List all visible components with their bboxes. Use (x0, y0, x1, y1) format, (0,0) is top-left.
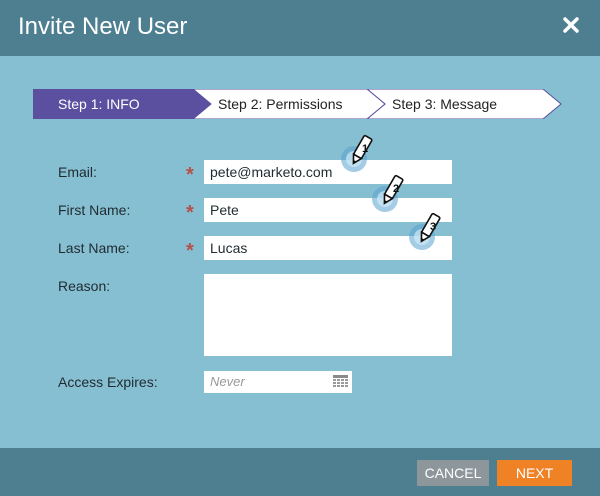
callout-2-number: 2 (393, 183, 400, 195)
last-name-required-marker: * (186, 240, 194, 262)
close-icon[interactable] (560, 14, 582, 36)
calendar-icon[interactable] (333, 375, 348, 388)
invite-user-dialog: Invite New User Step 1: INFO Step 2: Per… (0, 0, 600, 496)
step-2-permissions[interactable]: Step 2: Permissions (218, 89, 343, 119)
cancel-button[interactable]: CANCEL (417, 460, 489, 486)
email-required-marker: * (186, 164, 194, 186)
callout-3-number: 3 (430, 221, 437, 233)
reason-label: Reason: (58, 278, 111, 294)
step-1-info[interactable]: Step 1: INFO (58, 89, 140, 119)
access-expires-placeholder: Never (210, 374, 245, 389)
dialog-title: Invite New User (18, 13, 188, 40)
callout-1-number: 1 (362, 143, 369, 155)
access-expires-label: Access Expires: (58, 374, 158, 390)
email-label: Email: (58, 164, 97, 180)
access-expires-input[interactable]: Never (204, 371, 352, 393)
dialog-footer: CANCEL NEXT (0, 448, 600, 496)
first-name-required-marker: * (186, 202, 194, 224)
next-button[interactable]: NEXT (497, 460, 572, 486)
reason-textarea[interactable] (204, 274, 452, 356)
callout-3-pencil-icon: 3 (402, 211, 450, 259)
step-wizard: Step 1: INFO Step 2: Permissions Step 3:… (33, 89, 563, 119)
step-3-message[interactable]: Step 3: Message (392, 89, 497, 119)
email-field[interactable]: pete@marketo.com (204, 160, 452, 184)
dialog-header: Invite New User (0, 0, 600, 56)
last-name-label: Last Name: (58, 240, 130, 256)
first-name-label: First Name: (58, 202, 131, 218)
